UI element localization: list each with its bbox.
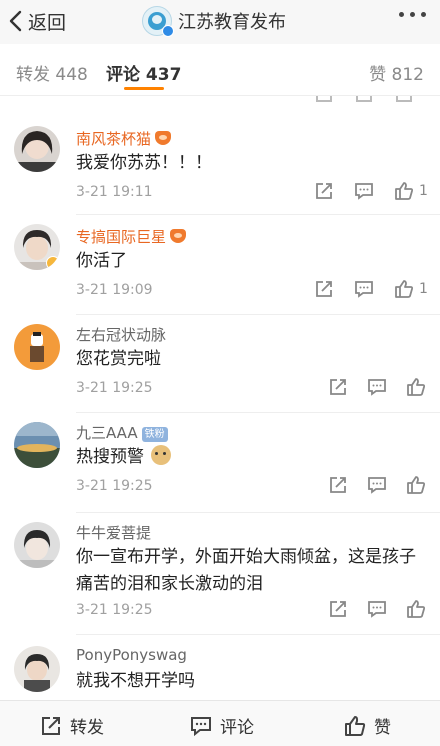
repost-icon[interactable] bbox=[327, 475, 349, 495]
comment-text: 你一宣布开学，外面开始大雨倾盆，这是孩子痛苦的泪和家长激动的泪 bbox=[76, 547, 416, 594]
comment-icon[interactable] bbox=[366, 377, 388, 397]
comment-text: 热搜预警 bbox=[76, 444, 426, 471]
like-icon[interactable] bbox=[405, 599, 427, 619]
vip-crown-icon bbox=[155, 131, 172, 145]
doge-emoji-icon bbox=[151, 445, 172, 465]
comment-actions: 1 bbox=[313, 180, 428, 202]
comment-text: 您花赏完啦 bbox=[76, 349, 161, 369]
previous-comment-fragment bbox=[0, 96, 440, 110]
divider bbox=[76, 314, 440, 315]
avatar[interactable] bbox=[14, 324, 60, 370]
like-icon[interactable] bbox=[393, 181, 415, 201]
commenter-name[interactable]: 九三AAA 铁粉 bbox=[76, 422, 168, 443]
like-icon[interactable] bbox=[405, 475, 427, 495]
more-dots-icon[interactable] bbox=[399, 12, 426, 17]
like-icon[interactable] bbox=[393, 279, 415, 299]
tab-comment[interactable]: 评论 437 bbox=[106, 60, 181, 85]
verified-badge-icon bbox=[46, 256, 60, 270]
comment-time: 3-21 19:09 bbox=[76, 282, 153, 298]
comment-actions bbox=[327, 598, 427, 620]
comment-time: 3-21 19:11 bbox=[76, 184, 153, 200]
top-nav-bar: 返回 江苏教育发布 bbox=[0, 0, 440, 44]
repost-label: 转发 bbox=[70, 718, 104, 738]
like-button[interactable]: 赞 bbox=[344, 713, 391, 738]
comment-button[interactable]: 评论 bbox=[190, 713, 254, 738]
back-label: 返回 bbox=[28, 11, 67, 34]
tab-repost[interactable]: 转发 448 bbox=[16, 60, 88, 85]
repost-icon[interactable] bbox=[327, 599, 349, 619]
repost-icon bbox=[42, 716, 60, 735]
comment-time: 3-21 19:25 bbox=[76, 602, 153, 618]
commenter-name[interactable]: PonyPonyswag bbox=[76, 646, 187, 664]
comment-icon[interactable] bbox=[366, 475, 388, 495]
comment-icon[interactable] bbox=[353, 279, 375, 299]
tab-active-indicator bbox=[124, 87, 164, 90]
account-title[interactable]: 江苏教育发布 bbox=[142, 4, 286, 38]
avatar[interactable] bbox=[14, 422, 60, 468]
tab-like[interactable]: 赞 812 bbox=[369, 60, 424, 85]
avatar[interactable] bbox=[14, 224, 60, 270]
like-icon[interactable] bbox=[405, 377, 427, 397]
like-count: 1 bbox=[419, 281, 428, 297]
like-icon bbox=[345, 715, 366, 736]
avatar[interactable] bbox=[14, 646, 60, 692]
like-label: 赞 bbox=[374, 718, 391, 738]
vip-crown-icon bbox=[170, 229, 187, 243]
fan-badge: 铁粉 bbox=[141, 427, 168, 442]
comment-text: 我爱你苏苏！！！ bbox=[76, 153, 212, 173]
back-button[interactable]: 返回 bbox=[8, 6, 66, 36]
chevron-left-icon bbox=[9, 10, 22, 32]
repost-icon[interactable] bbox=[327, 377, 349, 397]
like-count: 1 bbox=[419, 183, 428, 199]
divider bbox=[76, 634, 440, 635]
comment-actions: 1 bbox=[313, 278, 428, 300]
comment-icon bbox=[191, 716, 211, 736]
page-title: 江苏教育发布 bbox=[178, 12, 286, 33]
comment-actions bbox=[327, 376, 427, 398]
repost-button[interactable]: 转发 bbox=[40, 713, 104, 738]
divider bbox=[76, 214, 440, 215]
repost-icon[interactable] bbox=[313, 279, 335, 299]
comment-icon[interactable] bbox=[353, 181, 375, 201]
comment-label: 评论 bbox=[220, 718, 254, 738]
avatar[interactable] bbox=[14, 126, 60, 172]
commenter-name[interactable]: 南风茶杯猫 bbox=[76, 128, 172, 149]
comment-list[interactable]: 南风茶杯猫 我爱你苏苏！！！ 3-21 19:11 1 专搞国际巨星 你活了 3… bbox=[0, 96, 440, 700]
tab-bar: 转发 448 评论 437 赞 812 bbox=[0, 44, 440, 96]
avatar[interactable] bbox=[14, 522, 60, 568]
commenter-name[interactable]: 牛牛爱菩提 bbox=[76, 522, 151, 543]
commenter-name[interactable]: 左右冠状动脉 bbox=[76, 324, 166, 345]
comment-time: 3-21 19:25 bbox=[76, 478, 153, 494]
comment-actions bbox=[327, 474, 427, 496]
comment-icon[interactable] bbox=[366, 599, 388, 619]
verified-badge-icon bbox=[162, 25, 174, 37]
account-avatar bbox=[142, 6, 174, 37]
divider bbox=[76, 412, 440, 413]
bottom-action-bar: 转发 评论 赞 bbox=[0, 700, 440, 746]
divider bbox=[76, 512, 440, 513]
comment-text: 你活了 bbox=[76, 251, 127, 271]
repost-icon[interactable] bbox=[313, 181, 335, 201]
comment-text: 就我不想开学吗 bbox=[76, 671, 195, 691]
comment-time: 3-21 19:25 bbox=[76, 380, 153, 396]
commenter-name[interactable]: 专搞国际巨星 bbox=[76, 226, 187, 247]
